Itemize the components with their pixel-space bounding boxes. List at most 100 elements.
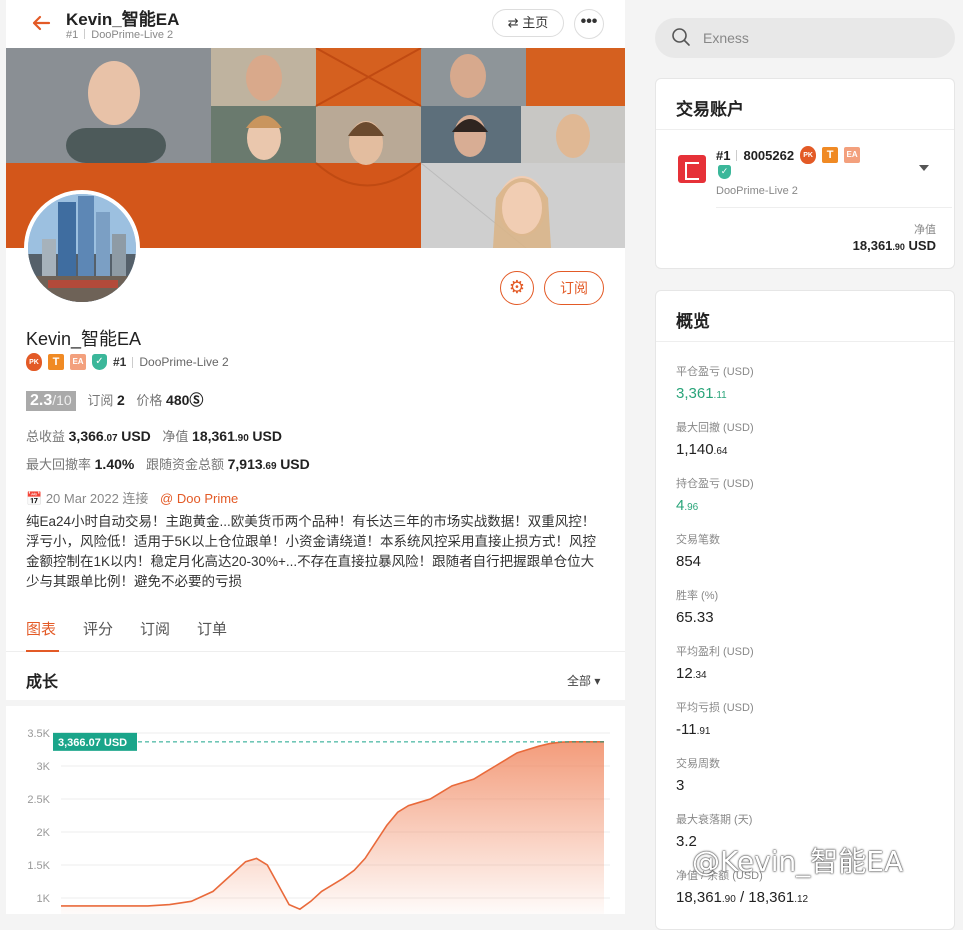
y-tick-label: 3K [37,761,51,773]
overview-card: 概览 平仓盈亏 (USD) 3,361.11 最大回撤 (USD) 1,140.64 持… [655,290,955,930]
follow-value: 7,913 [227,456,263,472]
account-card-title: 交易账户 [676,100,744,119]
overview-stat-label: 交易周数 [676,758,720,770]
header-server: DooPrime-Live 2 [91,29,174,41]
overview-stat-value: 18,361.90 / 18,361.12 [676,889,809,906]
y-tick-label: 1K [37,893,51,905]
subs-value: 2 [116,392,125,408]
drawdown-row: 最大回撤率 1.40% 跟随资金总额 7,913.69 USD [26,456,310,472]
tab-rating[interactable]: 评分 [83,618,113,639]
ea-badge-icon: EA [70,354,86,370]
subs-label: 订阅 [87,393,114,408]
pk-badge-icon: PK [800,146,817,164]
overview-stat-value: 3 [676,777,685,794]
overview-stat-label: 交易笔数 [676,534,720,546]
growth-chart-svg: 3.5K 3K 2.5K 2K 1.5K 1K 3,366.07 USD [27,728,610,914]
account-line[interactable]: #1 8005262 PK T EA [716,146,861,164]
t-badge-icon: T [822,147,839,163]
account-number: 8005262 [743,147,795,163]
y-tick-label: 3.5K [27,728,50,740]
header-rank: #1 [66,29,79,41]
range-select[interactable]: 全部 ▾ [567,672,600,689]
overview-stat: 胜率 (%) 65.33 [676,587,718,626]
follow-label: 跟随资金总额 [145,457,224,472]
y-tick-label: 2K [37,827,51,839]
profile-badges: PK T EA ✓ #1 DooPrime-Live 2 [26,352,229,372]
calendar-icon: 📅 [26,491,43,506]
overview-stat-value: 1,140.64 [676,441,728,458]
tab-orders[interactable]: 订单 [197,618,227,639]
search-icon [672,28,690,46]
overview-stat: 平均盈利 (USD) 12.34 [676,643,754,682]
page-title: Kevin_智能EA [66,10,180,29]
back-arrow-icon[interactable] [30,12,54,36]
watermark: @Kevin_智能EA [692,845,904,878]
search-bar[interactable]: Exness [655,18,955,58]
verified-shield-icon: ✓ [92,354,107,370]
profile-header: Kevin_智能EA #1 DooPrime-Live 2 ⇄ 主页 ••• [6,0,625,48]
overview-stat-label: 持仓盈亏 (USD) [676,478,754,490]
account-rank: #1 [716,147,731,163]
profile-rank: #1 [113,355,127,369]
search-input[interactable]: Exness [703,30,749,46]
growth-title: 成长 [26,674,59,691]
y-tick-label: 1.5K [27,860,50,872]
total-profit-value: 3,366 [68,428,104,444]
price-label: 价格 [136,393,163,408]
overview-stat-label: 平均亏损 (USD) [676,702,754,714]
current-value-label: 3,366.07 USD [58,737,127,749]
score-row: 2.3/10 订阅 2 价格 480Ⓢ [26,390,203,411]
account-equity-value: 18,361.90 USD [852,238,936,253]
overview-stat-label: 最大回撤 (USD) [676,422,754,434]
growth-area [61,741,604,914]
profile-server: DooPrime-Live 2 [139,355,229,369]
y-tick-label: 2.5K [27,794,50,806]
overview-stat-value: -11.91 [676,721,711,738]
pk-badge-icon: PK [26,353,42,371]
overview-title: 概览 [676,312,710,331]
overview-stat: 持仓盈亏 (USD) 4.96 [676,475,754,514]
overview-stat-value: 65.33 [676,609,714,626]
price-icon: Ⓢ [189,392,204,408]
broker-link[interactable]: @ Doo Prime [160,491,238,506]
overview-stat-value: 4.96 [676,497,699,514]
settings-gear-icon[interactable]: ⚙ [500,271,534,305]
verified-shield-icon: ✓ [718,165,731,179]
active-tab-indicator [26,650,59,652]
chevron-down-icon[interactable] [919,165,929,171]
since-row: 📅 20 Mar 2022 连接 @ Doo Prime [26,488,238,507]
overview-stat: 平均亏损 (USD) -11.91 [676,699,754,738]
tab-bar: 图表 评分 订阅 订单 [6,612,625,652]
profile-panel: Kevin_智能EA #1 DooPrime-Live 2 ⇄ 主页 ••• ⚙… [6,0,625,914]
overview-stat-label: 最大衰落期 (天) [676,814,753,826]
equity-value: 18,361 [192,428,235,444]
growth-chart: 3.5K 3K 2.5K 2K 1.5K 1K 3,366.07 USD [6,706,625,914]
sidebar: Exness 交易账户 #1 8005262 PK T EA ✓ DooPrim… [645,0,963,930]
overview-stat-label: 胜率 (%) [676,590,719,602]
profile-name: Kevin_智能EA [26,329,142,349]
overview-stat-value: 854 [676,553,702,570]
overview-stat-value: 12.34 [676,665,707,682]
profit-row: 总收益 3,366.07 USD 净值 18,361.90 USD [26,428,282,444]
overview-stat-label: 平均盈利 (USD) [676,646,754,658]
t-badge-icon: T [48,354,64,370]
avatar [24,190,140,306]
total-profit-label: 总收益 [26,429,66,444]
broker-logo-icon [678,155,706,183]
subscribe-button[interactable]: 订阅 [544,271,604,305]
account-equity-label: 净值 [914,224,936,236]
overview-stat-label: 平仓盈亏 (USD) [676,366,754,378]
tab-chart[interactable]: 图表 [26,618,56,639]
overview-stat: 最大回撤 (USD) 1,140.64 [676,419,754,458]
equity-label: 净值 [162,429,189,444]
since-date: 20 Mar 2022 连接 [45,491,149,506]
header-subtitle: #1 DooPrime-Live 2 [66,29,173,41]
account-server: DooPrime-Live 2 [716,185,798,197]
more-options-button[interactable]: ••• [574,9,604,39]
price-value: 480 [166,392,190,408]
home-button[interactable]: ⇄ 主页 [492,9,564,37]
tab-subscriptions[interactable]: 订阅 [140,618,170,639]
score-badge: 2.3/10 [26,391,76,411]
max-dd-label: 最大回撤率 [26,457,92,472]
trading-account-card: 交易账户 #1 8005262 PK T EA ✓ DooPrime-Live … [655,78,955,269]
